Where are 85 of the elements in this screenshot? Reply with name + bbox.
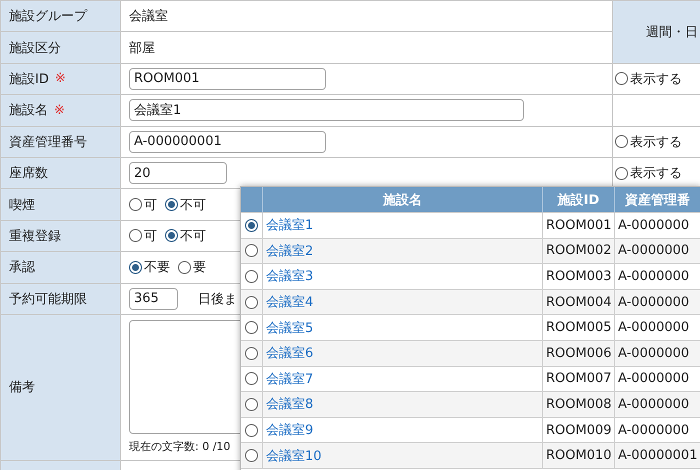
facility-link[interactable]: 会議室7 xyxy=(266,370,314,388)
option-label: 不要 xyxy=(144,259,170,276)
text-field[interactable]: ROOM001 xyxy=(129,68,326,90)
radio-button[interactable] xyxy=(245,296,258,309)
option-label: 可 xyxy=(144,196,157,214)
field-label: 資産管理番号 xyxy=(9,134,87,151)
field-label: 喫煙 xyxy=(9,196,35,214)
field-label: 施設名 xyxy=(9,102,48,120)
option-label: 表示する xyxy=(630,70,682,88)
table-cell: ROOM001 xyxy=(546,218,612,233)
table-cell: ROOM006 xyxy=(546,346,612,361)
required-mark: ※ xyxy=(54,71,66,86)
radio-button[interactable] xyxy=(245,270,258,283)
facility-link[interactable]: 会議室1 xyxy=(266,216,314,234)
table-cell: A-0000000 xyxy=(618,320,690,336)
table-cell: A-0000000 xyxy=(618,268,690,284)
required-mark: ※ xyxy=(54,102,65,118)
radio-button[interactable] xyxy=(245,346,258,360)
table-cell: ROOM004 xyxy=(546,294,612,310)
table-cell: ROOM005 xyxy=(546,320,612,336)
table-cell: ROOM009 xyxy=(546,422,612,438)
table-cell: ROOM010 xyxy=(546,448,612,464)
radio-button[interactable] xyxy=(129,198,142,212)
radio-button[interactable] xyxy=(178,260,191,274)
radio-button[interactable] xyxy=(615,166,628,180)
field-value: 会議室 xyxy=(129,8,168,26)
radio-button[interactable] xyxy=(245,244,258,258)
facility-link[interactable]: 会議室2 xyxy=(266,242,314,260)
table-cell: A-0000000 xyxy=(618,346,690,361)
option-label: 表示する xyxy=(630,165,682,182)
table-cell: A-0000000 xyxy=(618,396,690,412)
table-cell: A-0000000 xyxy=(618,371,690,386)
option-label: 表示する xyxy=(630,134,682,151)
table-cell: A-00000001 xyxy=(618,448,698,464)
field-label: 重複登録 xyxy=(9,228,61,245)
table-cell: A-0000000 xyxy=(618,243,690,258)
option-label: 要 xyxy=(193,259,206,276)
suffix-text: 日後ま xyxy=(198,290,237,308)
table-cell: A-0000000 xyxy=(618,422,690,438)
table-cell: A-0000000 xyxy=(618,218,690,233)
character-counter: 現在の文字数: 0 /10 xyxy=(129,438,230,454)
option-label: 不可 xyxy=(180,228,206,245)
radio-button[interactable] xyxy=(245,372,258,386)
column-header: 週間・日 xyxy=(646,24,698,41)
radio-button[interactable] xyxy=(129,229,142,242)
radio-button[interactable] xyxy=(245,218,258,232)
option-label: 不可 xyxy=(180,196,206,214)
text-field[interactable]: A-000000001 xyxy=(129,130,326,153)
text-field[interactable]: 会議室1 xyxy=(129,99,524,122)
radio-button[interactable] xyxy=(245,424,258,437)
column-header: 資産管理番 xyxy=(615,187,700,213)
table-cell: ROOM008 xyxy=(546,396,612,412)
table-cell: ROOM002 xyxy=(546,243,612,258)
facility-link[interactable]: 会議室9 xyxy=(266,421,314,440)
table-cell: ROOM007 xyxy=(546,371,612,386)
text-field[interactable]: 365 xyxy=(129,288,178,310)
table-cell: ROOM003 xyxy=(546,268,612,284)
field-label: 施設区分 xyxy=(9,40,61,57)
table-cell: A-0000000 xyxy=(618,294,690,310)
text-field[interactable]: 20 xyxy=(129,162,227,184)
radio-button[interactable] xyxy=(615,135,628,148)
facility-link[interactable]: 会議室3 xyxy=(266,267,314,286)
facility-link[interactable]: 会議室4 xyxy=(266,293,314,312)
field-label: 施設ID xyxy=(9,70,49,88)
facility-link[interactable]: 会議室5 xyxy=(266,318,314,337)
facility-link[interactable]: 会議室8 xyxy=(266,395,314,414)
field-label: 施設グループ xyxy=(9,8,87,26)
option-label: 可 xyxy=(144,228,157,245)
header-cell xyxy=(241,187,263,213)
radio-button[interactable] xyxy=(165,198,178,212)
column-header: 施設名 xyxy=(263,187,543,213)
facility-link[interactable]: 会議室6 xyxy=(266,344,314,362)
field-label: 予約可能期限 xyxy=(9,290,87,308)
field-label: 承認 xyxy=(9,259,35,276)
radio-button[interactable] xyxy=(615,72,628,86)
field-label: 座席数 xyxy=(9,165,48,182)
column-header: 施設ID xyxy=(543,187,615,213)
radio-button[interactable] xyxy=(245,398,258,411)
field-label: 備考 xyxy=(9,379,35,396)
radio-button[interactable] xyxy=(245,449,258,462)
field-value: 部屋 xyxy=(129,40,155,57)
radio-button[interactable] xyxy=(245,321,258,334)
radio-button[interactable] xyxy=(165,229,178,242)
radio-button[interactable] xyxy=(129,260,142,274)
facility-link[interactable]: 会議室10 xyxy=(266,446,322,465)
